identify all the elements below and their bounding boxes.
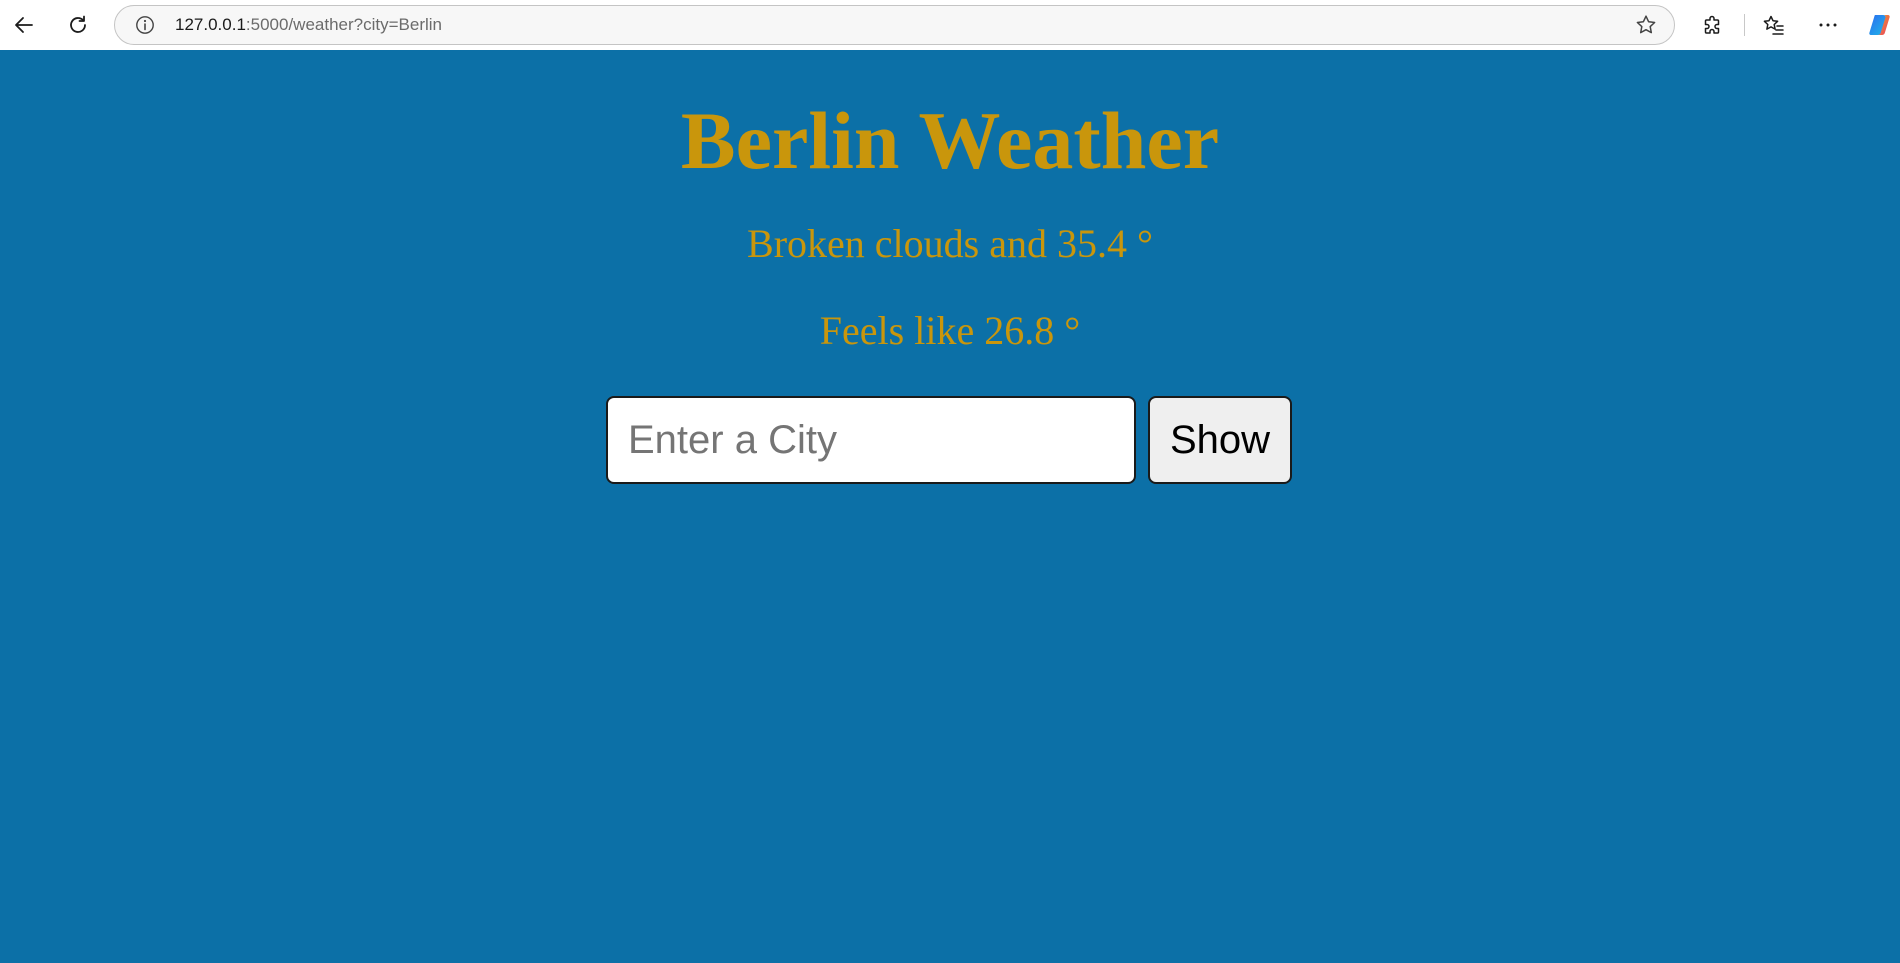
favorite-star-icon[interactable] [1634, 13, 1658, 37]
info-icon[interactable] [135, 15, 155, 35]
arrow-left-icon [15, 17, 33, 33]
page-content: Berlin Weather Broken clouds and 35.4 ° … [0, 50, 1900, 963]
page-title: Berlin Weather [680, 95, 1220, 186]
copilot-button[interactable] [1862, 7, 1898, 43]
ellipsis-icon [1819, 23, 1837, 27]
refresh-icon [70, 15, 86, 33]
city-input[interactable] [606, 396, 1136, 484]
browser-toolbar: 127.0.0.1:5000/weather?city=Berlin [0, 0, 1900, 50]
copilot-icon [1869, 15, 1890, 35]
puzzle-icon [1704, 15, 1720, 34]
show-button[interactable]: Show [1148, 396, 1292, 484]
reload-button[interactable] [60, 7, 96, 43]
extensions-button[interactable] [1695, 7, 1731, 43]
weather-conditions: Broken clouds and 35.4 ° [747, 221, 1153, 266]
favorites-list-icon [1763, 15, 1784, 35]
more-menu-button[interactable] [1810, 7, 1846, 43]
toolbar-separator [1744, 14, 1745, 36]
address-bar[interactable]: 127.0.0.1:5000/weather?city=Berlin [114, 5, 1675, 45]
url-host: 127.0.0.1 [175, 15, 246, 34]
url-text[interactable]: 127.0.0.1:5000/weather?city=Berlin [175, 6, 442, 44]
url-path: :5000/weather?city=Berlin [245, 15, 442, 34]
feels-like-temperature: Feels like 26.8 ° [819, 308, 1081, 353]
back-button[interactable] [6, 7, 42, 43]
favorites-button[interactable] [1756, 7, 1792, 43]
